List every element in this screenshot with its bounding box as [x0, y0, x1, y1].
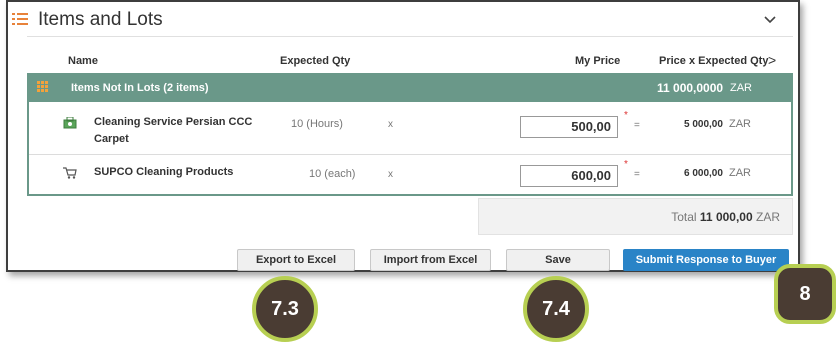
- header-divider: [27, 36, 793, 37]
- col-header-my-price[interactable]: My Price: [575, 55, 620, 67]
- callout-7-3: 7.3: [252, 276, 318, 342]
- required-marker: *: [624, 159, 628, 170]
- save-button[interactable]: Save: [506, 249, 610, 271]
- my-price-input[interactable]: 500,00: [520, 116, 618, 138]
- line-currency: ZAR: [729, 167, 751, 179]
- section-title: Items and Lots: [38, 9, 163, 30]
- callout-7-4: 7.4: [523, 276, 589, 342]
- grand-total-currency: ZAR: [756, 210, 780, 224]
- item-name-line2: Carpet: [94, 133, 129, 145]
- submit-response-button[interactable]: Submit Response to Buyer: [623, 249, 789, 271]
- required-marker: *: [624, 110, 628, 121]
- line-total: 5 000,00: [684, 119, 723, 130]
- col-header-expected-qty[interactable]: Expected Qty: [280, 55, 350, 67]
- item-expected-qty: 10 (each): [309, 168, 356, 180]
- callout-8: 8: [774, 264, 836, 324]
- group-currency: ZAR: [730, 82, 752, 94]
- col-header-name[interactable]: Name: [68, 55, 98, 67]
- grand-total-value: 11 000,00: [699, 210, 753, 224]
- items-table: Cleaning Service Persian CCC Carpet 10 (…: [27, 102, 793, 196]
- group-row[interactable]: Items Not In Lots (2 items) 11 000,0000 …: [27, 73, 793, 102]
- item-name[interactable]: SUPCO Cleaning Products: [94, 164, 233, 181]
- grand-total: Total 11 000,00 ZAR: [671, 210, 780, 224]
- service-icon: [63, 116, 77, 134]
- line-total: 6 000,00: [684, 168, 723, 179]
- row-divider: [29, 154, 791, 155]
- col-header-price-x-qty[interactable]: Price x Expected Qty: [659, 55, 768, 67]
- equals-sign: =: [634, 120, 640, 131]
- my-price-input[interactable]: 600,00: [520, 165, 618, 187]
- times-sign: x: [388, 169, 393, 180]
- line-currency: ZAR: [729, 118, 751, 130]
- import-from-excel-button[interactable]: Import from Excel: [370, 249, 491, 271]
- item-name-line1: Cleaning Service Persian CCC: [94, 116, 253, 128]
- grid-icon: [37, 81, 49, 93]
- item-expected-qty: 10 (Hours): [291, 118, 343, 130]
- export-to-excel-button[interactable]: Export to Excel: [237, 249, 355, 271]
- scroll-right-icon[interactable]: >: [768, 52, 776, 68]
- group-total: 11 000,0000: [657, 81, 723, 95]
- list-icon: [12, 13, 28, 27]
- grand-total-box: Total 11 000,00 ZAR: [478, 198, 793, 235]
- equals-sign: =: [634, 169, 640, 180]
- cart-icon: [63, 166, 77, 184]
- times-sign: x: [388, 119, 393, 130]
- group-label: Items Not In Lots (2 items): [71, 82, 209, 94]
- grand-total-label: Total: [671, 210, 697, 224]
- chevron-down-icon[interactable]: [764, 11, 776, 27]
- group-total-value: 11 000,0000: [657, 81, 724, 95]
- items-and-lots-panel: Items and Lots Name Expected Qty My Pric…: [6, 0, 800, 272]
- item-name[interactable]: Cleaning Service Persian CCC Carpet: [94, 114, 252, 148]
